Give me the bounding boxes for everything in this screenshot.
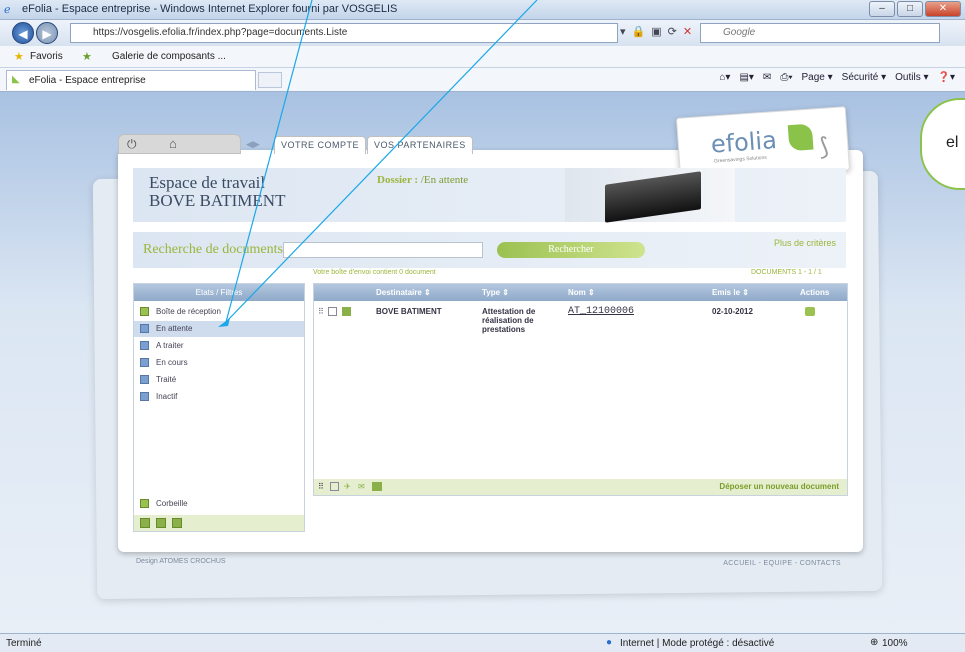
- arrow-line-1: [225, 0, 313, 323]
- security-zone[interactable]: Internet | Mode protégé : désactivé: [620, 638, 774, 649]
- globe-icon: ●: [606, 637, 613, 648]
- zoom-icon: ⊕: [870, 637, 879, 648]
- status-text: Terminé: [6, 638, 42, 649]
- zoom-level[interactable]: 100%: [882, 638, 908, 649]
- arrow-line-2: [225, 0, 538, 323]
- status-bar: Terminé ● Internet | Mode protégé : désa…: [0, 633, 965, 652]
- arrow-head: [218, 318, 230, 327]
- annotation-arrows: [218, 0, 538, 327]
